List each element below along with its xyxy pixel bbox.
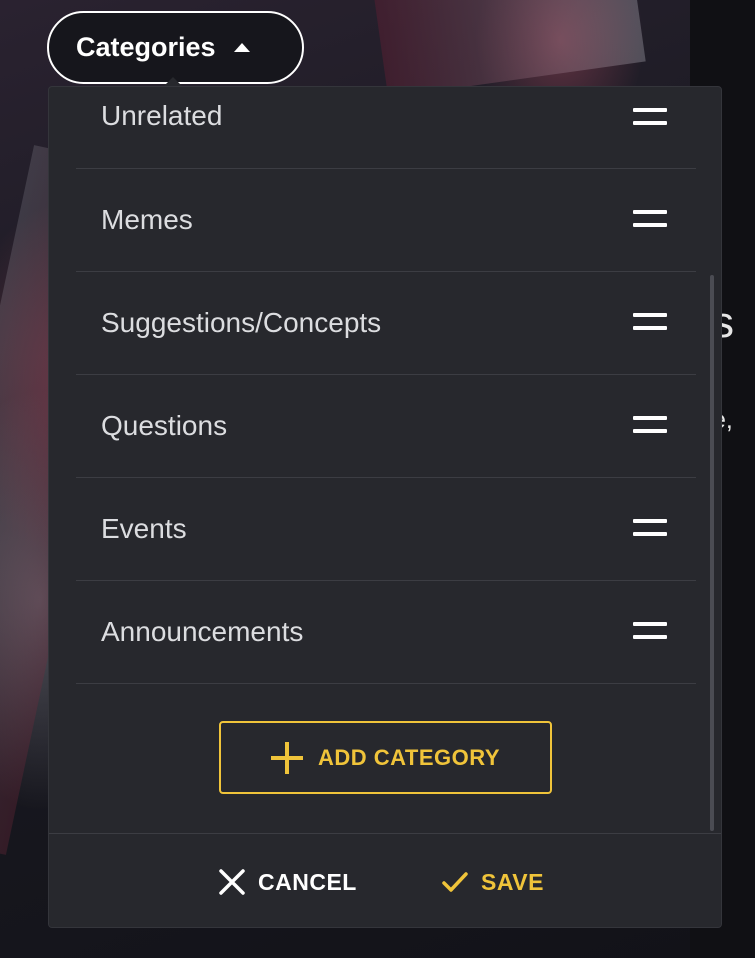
category-label: Unrelated [101,100,223,131]
category-label: Events [101,513,187,544]
category-label: Suggestions/Concepts [101,307,382,338]
save-label: SAVE [481,868,544,895]
drag-handle-icon[interactable] [633,108,667,129]
categories-toggle-label: Categories [76,32,216,62]
save-button[interactable]: SAVE [441,864,544,900]
category-item[interactable]: Unrelated [76,87,696,169]
drag-handle-icon[interactable] [633,209,667,231]
drag-handle-icon[interactable] [633,312,667,334]
category-item[interactable]: Memes [76,169,696,272]
plus-icon [271,741,303,774]
category-label: Questions [101,410,228,441]
drag-handle-icon[interactable] [633,518,667,540]
drag-handle-icon[interactable] [633,415,667,437]
drag-handle-icon[interactable] [633,621,667,643]
add-category-button[interactable]: ADD CATEGORY [219,721,552,794]
category-item[interactable]: Questions [76,375,696,478]
category-list: Unrelated Memes Suggestions/Concepts Que… [76,87,696,684]
add-category-label: ADD CATEGORY [318,744,500,770]
cancel-label: CANCEL [258,868,357,895]
categories-dropdown-panel: Unrelated Memes Suggestions/Concepts Que… [48,86,722,928]
category-label: Announcements [101,616,304,647]
caret-up-icon [233,43,250,52]
cancel-button[interactable]: CANCEL [218,864,357,900]
dropdown-footer: CANCEL SAVE [49,833,721,927]
categories-dropdown-toggle[interactable]: Categories [47,11,304,84]
close-icon [219,869,245,895]
category-label: Memes [101,204,193,235]
category-item[interactable]: Events [76,478,696,581]
checkmark-icon [442,872,468,892]
category-item[interactable]: Suggestions/Concepts [76,272,696,375]
category-item[interactable]: Announcements [76,581,696,684]
scrollbar[interactable] [710,275,714,831]
